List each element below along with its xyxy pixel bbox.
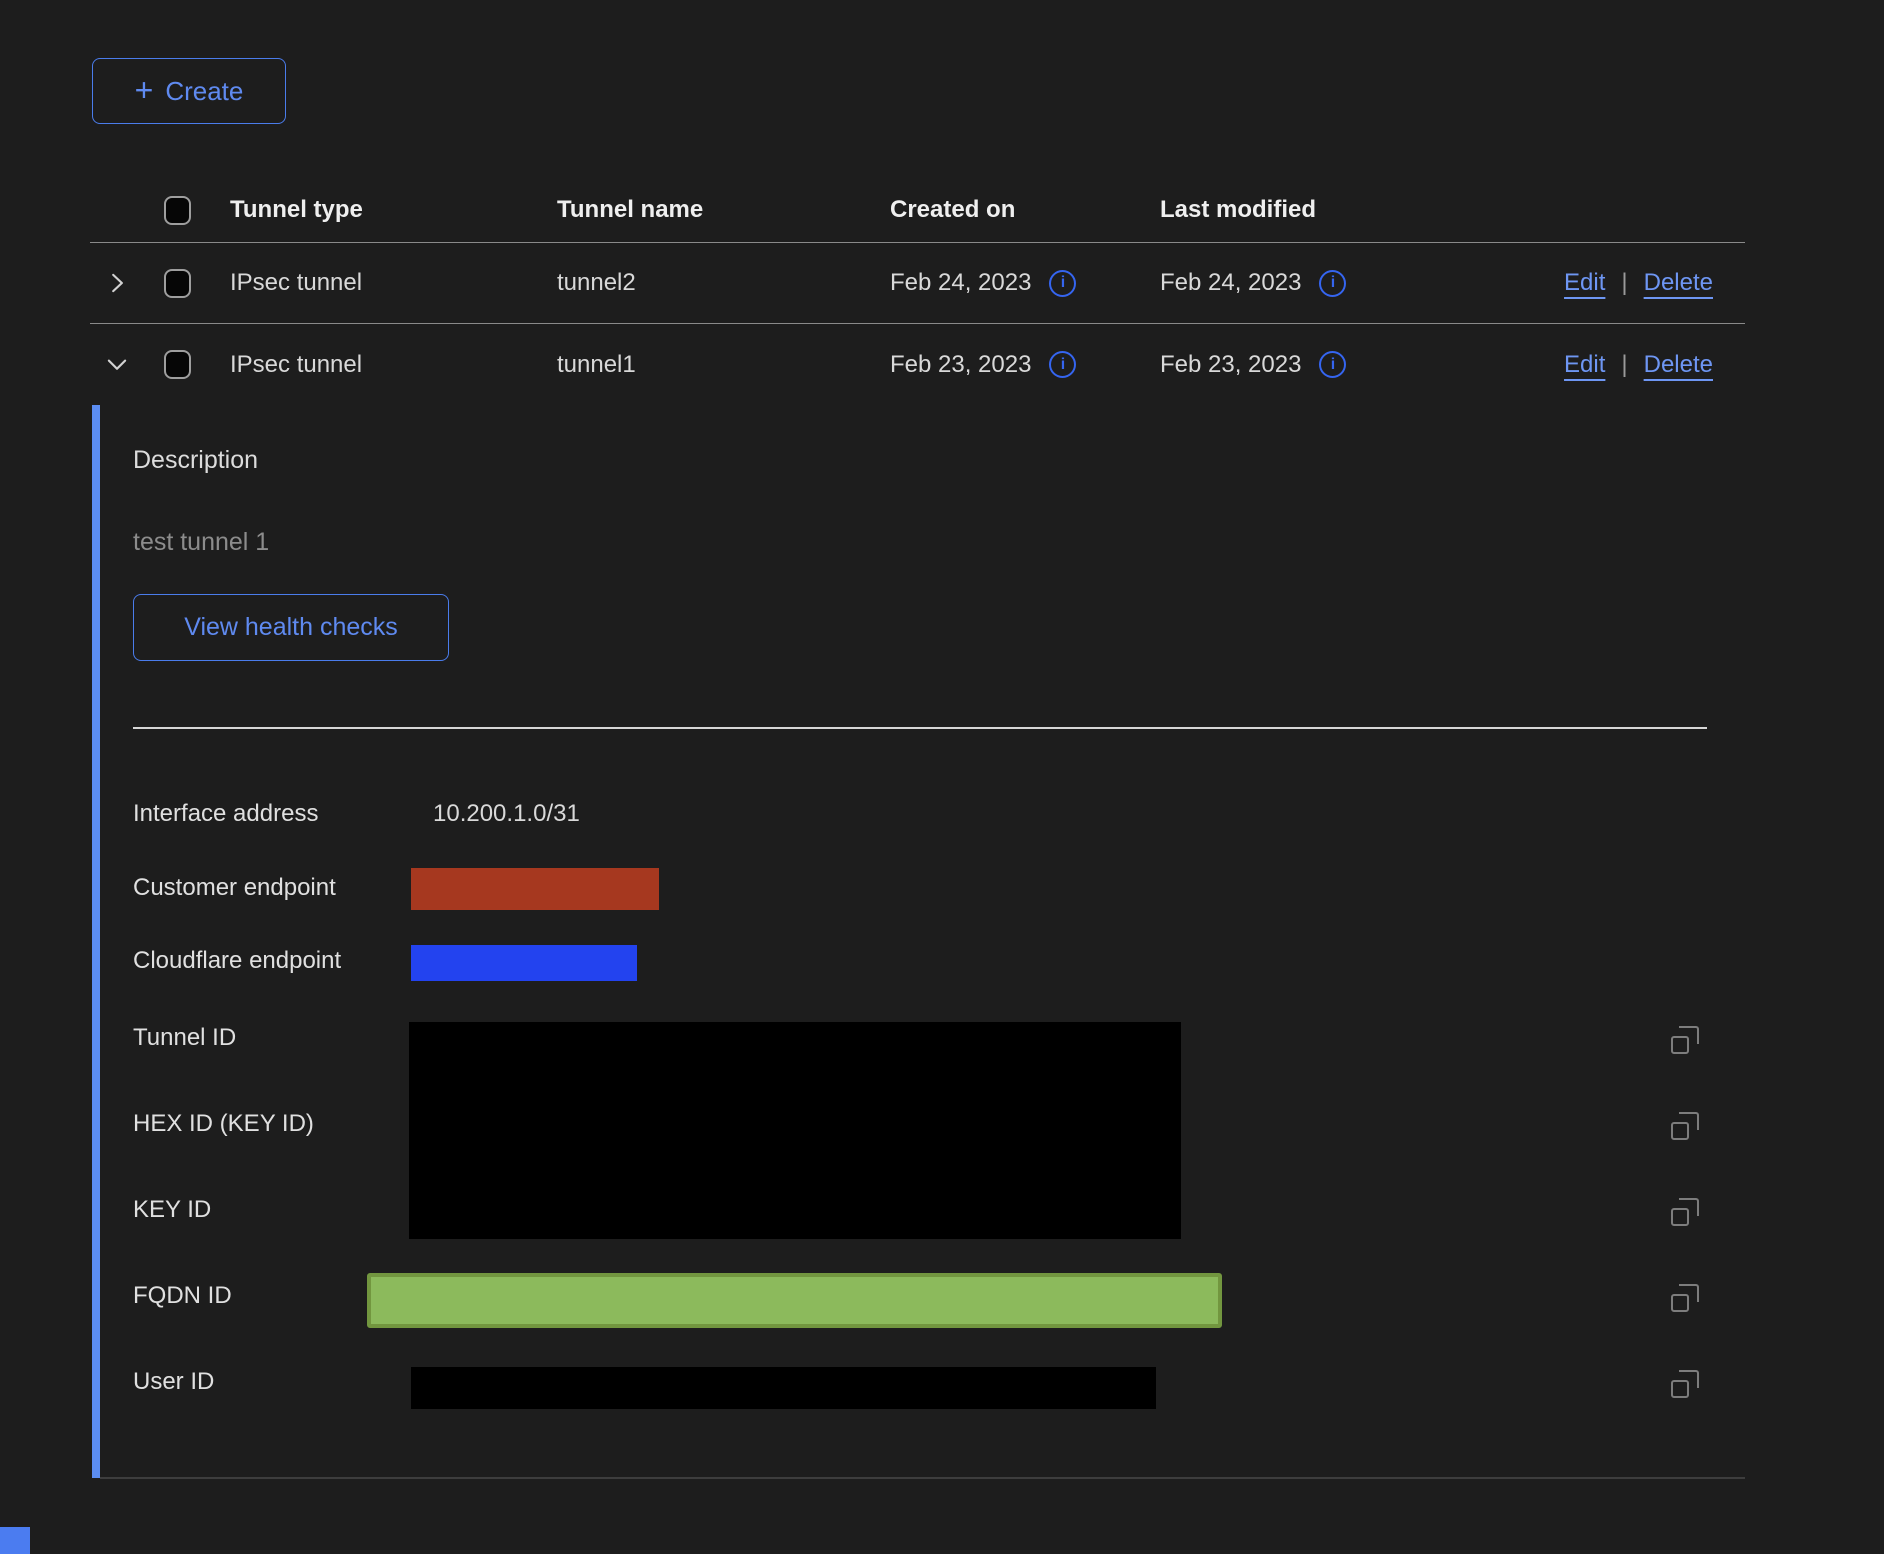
- header-last-modified: Last modified: [1142, 196, 1423, 224]
- chevron-right-icon[interactable]: [104, 270, 130, 296]
- copy-icon[interactable]: [1671, 1026, 1699, 1054]
- row-checkbox[interactable]: [164, 269, 191, 298]
- user-id-label: User ID: [133, 1368, 214, 1396]
- table-row: IPsec tunnel tunnel2 Feb 24, 2023 i Feb …: [90, 243, 1745, 324]
- interface-address-value: 10.200.1.0/31: [433, 800, 580, 828]
- copy-icon[interactable]: [1671, 1370, 1699, 1398]
- tunnel-type-cell: IPsec tunnel: [212, 351, 539, 379]
- tunnel-type-cell: IPsec tunnel: [212, 269, 539, 297]
- create-button-label: Create: [165, 76, 243, 107]
- tunnel-name-cell: tunnel2: [539, 269, 869, 297]
- edit-link[interactable]: Edit: [1564, 269, 1605, 297]
- cloudflare-endpoint-label: Cloudflare endpoint: [133, 947, 341, 975]
- description-label: Description: [133, 446, 258, 475]
- panel-divider: [133, 727, 1707, 729]
- header-tunnel-type: Tunnel type: [212, 196, 539, 224]
- header-created-on: Created on: [869, 196, 1142, 224]
- user-id-redaction: [411, 1367, 1156, 1409]
- copy-icon[interactable]: [1671, 1284, 1699, 1312]
- header-tunnel-name: Tunnel name: [539, 196, 869, 224]
- expanded-row-marker: [92, 405, 100, 1478]
- table-header: Tunnel type Tunnel name Created on Last …: [90, 178, 1745, 243]
- delete-link[interactable]: Delete: [1644, 351, 1713, 379]
- edit-link[interactable]: Edit: [1564, 351, 1605, 379]
- fqdn-id-redaction: [367, 1273, 1222, 1328]
- key-id-label: KEY ID: [133, 1196, 211, 1224]
- info-icon[interactable]: i: [1049, 270, 1076, 297]
- action-separator: |: [1621, 351, 1627, 379]
- row-checkbox[interactable]: [164, 350, 191, 379]
- copy-icon[interactable]: [1671, 1198, 1699, 1226]
- plus-icon: +: [135, 74, 154, 106]
- create-button[interactable]: + Create: [92, 58, 286, 124]
- last-modified-cell: Feb 24, 2023: [1160, 269, 1301, 297]
- last-modified-cell: Feb 23, 2023: [1160, 351, 1301, 379]
- info-icon[interactable]: i: [1049, 351, 1076, 378]
- customer-endpoint-redaction: [411, 868, 659, 910]
- view-health-checks-button[interactable]: View health checks: [133, 594, 449, 661]
- copy-icon[interactable]: [1671, 1112, 1699, 1140]
- hex-id-label: HEX ID (KEY ID): [133, 1110, 314, 1138]
- tunnel-id-label: Tunnel ID: [133, 1024, 236, 1052]
- customer-endpoint-label: Customer endpoint: [133, 874, 336, 902]
- delete-link[interactable]: Delete: [1644, 269, 1713, 297]
- chevron-down-icon[interactable]: [104, 352, 130, 378]
- created-on-cell: Feb 23, 2023: [890, 351, 1031, 379]
- description-value: test tunnel 1: [133, 528, 269, 557]
- select-all-checkbox[interactable]: [164, 196, 191, 225]
- tunnel-name-cell: tunnel1: [539, 351, 869, 379]
- created-on-cell: Feb 24, 2023: [890, 269, 1031, 297]
- fqdn-id-label: FQDN ID: [133, 1282, 232, 1310]
- cloudflare-endpoint-redaction: [411, 945, 637, 981]
- table-row: IPsec tunnel tunnel1 Feb 23, 2023 i Feb …: [90, 324, 1745, 405]
- info-icon[interactable]: i: [1319, 270, 1346, 297]
- action-separator: |: [1621, 269, 1627, 297]
- ids-redaction: [409, 1022, 1181, 1239]
- info-icon[interactable]: i: [1319, 351, 1346, 378]
- offscreen-element-fragment: [0, 1527, 30, 1554]
- interface-address-label: Interface address: [133, 800, 318, 828]
- row-bottom-divider: [100, 1477, 1745, 1479]
